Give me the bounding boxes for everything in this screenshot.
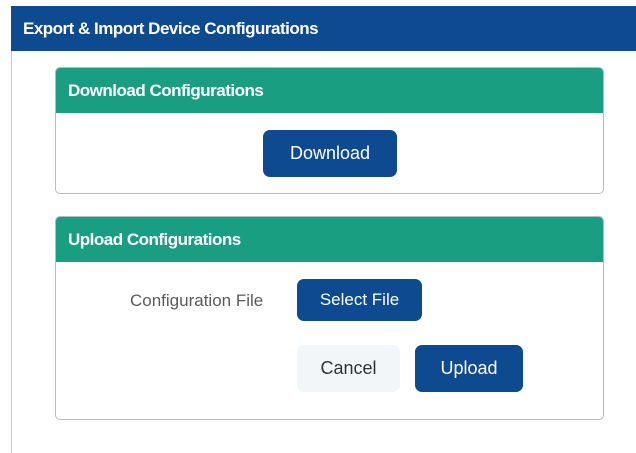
download-card-title: Download Configurations xyxy=(68,81,264,100)
page-title: Export & Import Device Configurations xyxy=(23,19,319,38)
page-header: Export & Import Device Configurations xyxy=(11,6,636,51)
download-configurations-card: Download Configurations Download xyxy=(55,67,604,194)
download-card-header: Download Configurations xyxy=(56,68,603,113)
panel-left-border xyxy=(11,51,12,453)
download-button[interactable]: Download xyxy=(263,130,397,177)
export-import-page: Export & Import Device Configurations Do… xyxy=(0,0,636,453)
upload-card-title: Upload Configurations xyxy=(68,230,241,249)
cancel-button[interactable]: Cancel xyxy=(297,345,400,392)
upload-button[interactable]: Upload xyxy=(415,345,523,392)
configuration-file-label: Configuration File xyxy=(130,291,264,310)
upload-card-header: Upload Configurations xyxy=(56,217,603,262)
select-file-button[interactable]: Select File xyxy=(297,279,422,321)
upload-configurations-card: Upload Configurations Configuration File… xyxy=(55,216,604,420)
